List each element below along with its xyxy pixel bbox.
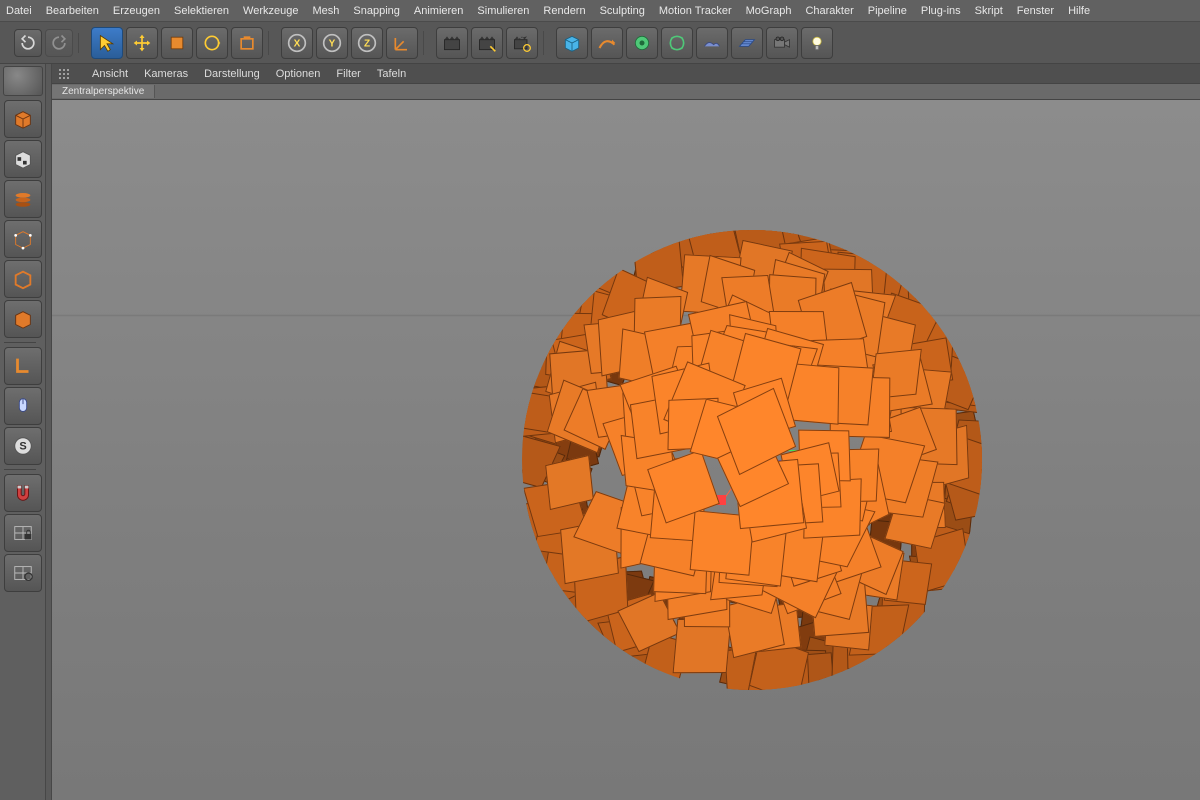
menu-item-motion tracker[interactable]: Motion Tracker	[659, 5, 732, 17]
menu-item-erzeugen[interactable]: Erzeugen	[113, 5, 160, 17]
svg-text:Y: Y	[329, 38, 336, 49]
svg-text:S: S	[19, 441, 26, 453]
make-editable-button[interactable]	[4, 100, 42, 138]
svg-text:X: X	[294, 38, 301, 49]
svg-text:Z: Z	[364, 38, 370, 49]
scale-tool-button[interactable]	[161, 27, 193, 59]
rotate-tool-button[interactable]	[196, 27, 228, 59]
menu-item-mesh[interactable]: Mesh	[312, 5, 339, 17]
render-view-button[interactable]	[436, 27, 468, 59]
viewport-menu-ansicht[interactable]: Ansicht	[92, 68, 128, 80]
viewport-menu-filter[interactable]: Filter	[336, 68, 360, 80]
polys-mode-button[interactable]	[4, 300, 42, 338]
viewport-solo-button[interactable]	[4, 554, 42, 592]
menu-item-skript[interactable]: Skript	[975, 5, 1003, 17]
main-toolbar: X Y Z	[0, 22, 1200, 64]
menu-item-plug-ins[interactable]: Plug-ins	[921, 5, 961, 17]
menu-item-snapping[interactable]: Snapping	[353, 5, 400, 17]
menu-item-selektieren[interactable]: Selektieren	[174, 5, 229, 17]
viewport-menu-darstellung[interactable]: Darstellung	[204, 68, 260, 80]
menu-item-werkzeuge[interactable]: Werkzeuge	[243, 5, 298, 17]
model-mode-button[interactable]	[4, 140, 42, 178]
tweak-mode-button[interactable]	[4, 387, 42, 425]
menu-item-simulieren[interactable]: Simulieren	[477, 5, 529, 17]
render-picture-viewer-button[interactable]	[471, 27, 503, 59]
viewport-tabs: Zentralperspektive	[52, 84, 1200, 100]
add-environment-button[interactable]	[696, 27, 728, 59]
viewport-menu-tafeln[interactable]: Tafeln	[377, 68, 406, 80]
menu-item-datei[interactable]: Datei	[6, 5, 32, 17]
texture-mode-button[interactable]	[4, 180, 42, 218]
panel-grip-icon[interactable]	[58, 68, 70, 80]
main-menu-bar: Datei Bearbeiten Erzeugen Selektieren Werkze…	[0, 0, 1200, 22]
menu-item-animieren[interactable]: Animieren	[414, 5, 464, 17]
x-axis-lock-button[interactable]: X	[281, 27, 313, 59]
viewport-3d[interactable]	[52, 100, 1200, 800]
mode-palette: S	[0, 64, 46, 800]
menu-item-mograph[interactable]: MoGraph	[746, 5, 792, 17]
z-axis-lock-button[interactable]: Z	[351, 27, 383, 59]
menu-item-hilfe[interactable]: Hilfe	[1068, 5, 1090, 17]
menu-item-charakter[interactable]: Charakter	[805, 5, 853, 17]
add-light-button[interactable]	[801, 27, 833, 59]
workplane-button[interactable]	[4, 514, 42, 552]
viewport-menu-optionen[interactable]: Optionen	[276, 68, 321, 80]
add-deformer-button[interactable]	[661, 27, 693, 59]
menu-item-bearbeiten[interactable]: Bearbeiten	[46, 5, 99, 17]
viewport-menu-kameras[interactable]: Kameras	[144, 68, 188, 80]
add-spline-button[interactable]	[591, 27, 623, 59]
axis-mode-button[interactable]	[4, 347, 42, 385]
scene-object-cloner-sphere[interactable]	[522, 230, 982, 690]
menu-item-rendern[interactable]: Rendern	[543, 5, 585, 17]
viewport-menu-bar: Ansicht Kameras Darstellung Optionen Filter T…	[52, 64, 1200, 84]
render-settings-button[interactable]	[506, 27, 538, 59]
snap-toggle-button[interactable]: S	[4, 427, 42, 465]
edges-mode-button[interactable]	[4, 260, 42, 298]
magnet-button[interactable]	[4, 474, 42, 512]
viewport-tab-perspective[interactable]: Zentralperspektive	[52, 85, 155, 98]
redo-button[interactable]	[45, 29, 73, 57]
menu-item-sculpting[interactable]: Sculpting	[600, 5, 645, 17]
y-axis-lock-button[interactable]: Y	[316, 27, 348, 59]
add-camera-button[interactable]	[766, 27, 798, 59]
object-thumbnail-icon	[3, 66, 43, 96]
live-select-button[interactable]	[91, 27, 123, 59]
add-floor-button[interactable]	[731, 27, 763, 59]
undo-button[interactable]	[14, 29, 42, 57]
add-primitive-button[interactable]	[556, 27, 588, 59]
coordinate-system-button[interactable]	[386, 27, 418, 59]
recent-tool-button[interactable]	[231, 27, 263, 59]
menu-item-pipeline[interactable]: Pipeline	[868, 5, 907, 17]
move-tool-button[interactable]	[126, 27, 158, 59]
viewport-panel: Ansicht Kameras Darstellung Optionen Filter T…	[52, 64, 1200, 800]
add-generator-button[interactable]	[626, 27, 658, 59]
points-mode-button[interactable]	[4, 220, 42, 258]
menu-item-fenster[interactable]: Fenster	[1017, 5, 1054, 17]
